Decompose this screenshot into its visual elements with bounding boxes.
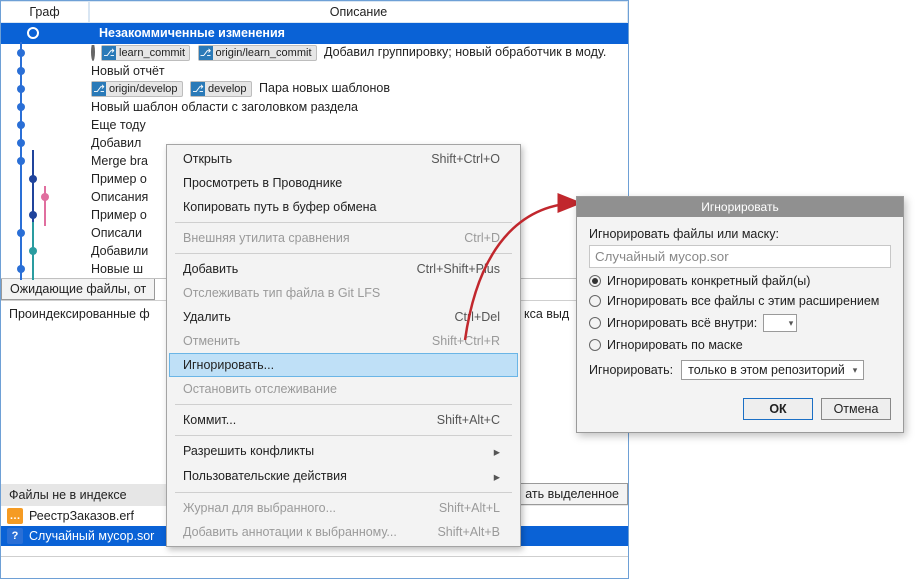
ignore-option-inside[interactable]: Игнорировать всё внутри:▾	[589, 314, 891, 332]
cancel-button[interactable]: Отмена	[821, 398, 891, 420]
commit-row[interactable]: Новый шаблон области с заголовком раздел…	[1, 98, 628, 116]
menu-separator	[175, 492, 512, 493]
branch-badge[interactable]: ⎇develop	[190, 81, 252, 97]
commit-message: Добавил группировку; новый обработчик в …	[324, 45, 606, 59]
ignore-option-mask[interactable]: Игнорировать по маске	[589, 338, 891, 352]
uncommitted-changes-label: Незакоммиченные изменения	[99, 26, 285, 40]
mask-label: Игнорировать файлы или маску:	[589, 227, 891, 241]
uncommitted-dot-icon	[27, 27, 39, 39]
folder-combo[interactable]: ▾	[763, 314, 797, 332]
unindexed-files-label: Файлы не в индексе	[9, 488, 127, 502]
scope-combo[interactable]: только в этом репозиторий▾	[681, 360, 864, 380]
menu-separator	[175, 435, 512, 436]
file-name: Случайный мусор.sor	[29, 529, 154, 543]
commit-message: Новый отчёт	[89, 64, 628, 78]
file-status-icon: …	[7, 508, 23, 524]
menu-separator	[175, 404, 512, 405]
radio-icon	[589, 295, 601, 307]
chevron-down-icon: ▾	[853, 365, 858, 376]
mask-input[interactable]	[589, 245, 891, 268]
ignore-dialog: Игнорировать Игнорировать файлы или маск…	[576, 196, 904, 433]
commit-row[interactable]: Еще тоду	[1, 116, 628, 134]
pending-files-label[interactable]: Ожидающие файлы, от	[1, 279, 155, 300]
menu-blame: Добавить аннотации к выбранному...Shift+…	[169, 520, 518, 544]
menu-ignore[interactable]: Игнорировать...	[169, 353, 518, 377]
radio-icon	[589, 317, 601, 329]
branch-icon: ⎇	[92, 82, 106, 96]
indexed-files-label: Проиндексированные ф	[9, 307, 150, 321]
branch-icon: ⎇	[199, 46, 213, 60]
commit-message: Пара новых шаблонов	[259, 81, 390, 95]
ignore-option-specific-file[interactable]: Игнорировать конкретный файл(ы)	[589, 274, 891, 288]
file-name: РеестрЗаказов.erf	[29, 509, 134, 523]
file-unknown-icon: ?	[7, 528, 23, 544]
chevron-right-icon: ▸	[494, 444, 500, 459]
menu-open[interactable]: ОткрытьShift+Ctrl+O	[169, 147, 518, 171]
branch-icon: ⎇	[191, 82, 205, 96]
commit-row[interactable]: ⎇learn_commit ⎇origin/learn_commit Добав…	[1, 44, 628, 62]
commit-row[interactable]: ⎇origin/develop ⎇develop Пара новых шабл…	[1, 80, 628, 98]
chevron-down-icon: ▾	[789, 318, 794, 329]
chevron-right-icon: ▸	[494, 469, 500, 484]
commit-row[interactable]: Новый отчёт	[1, 62, 628, 80]
dialog-title: Игнорировать	[577, 197, 903, 217]
radio-icon	[589, 275, 601, 287]
ignore-option-extension[interactable]: Игнорировать все файлы с этим расширение…	[589, 294, 891, 308]
uncommitted-changes-row[interactable]: Незакоммиченные изменения	[1, 23, 628, 44]
column-header-description[interactable]: Описание	[89, 1, 628, 23]
stage-selected-button[interactable]: ать выделенное	[516, 483, 628, 505]
branch-badge[interactable]: ⎇origin/learn_commit	[198, 45, 317, 61]
scope-label: Игнорировать:	[589, 363, 673, 377]
menu-commit[interactable]: Коммит...Shift+Alt+C	[169, 408, 518, 432]
column-header-graph[interactable]: Граф	[1, 1, 89, 23]
branch-badge[interactable]: ⎇origin/develop	[91, 81, 183, 97]
menu-resolve-conflicts[interactable]: Разрешить конфликты▸	[169, 439, 518, 464]
menu-log-selected: Журнал для выбранного...Shift+Alt+L	[169, 496, 518, 520]
radio-icon	[589, 339, 601, 351]
branch-badge[interactable]: ⎇learn_commit	[101, 45, 190, 61]
ok-button[interactable]: ОК	[743, 398, 813, 420]
branch-icon: ⎇	[102, 46, 116, 60]
commit-message: Еще тоду	[89, 118, 628, 132]
menu-stop-tracking: Остановить отслеживание	[169, 377, 518, 401]
menu-custom-actions[interactable]: Пользовательские действия▸	[169, 464, 518, 489]
commit-message: Новый шаблон области с заголовком раздел…	[89, 100, 628, 114]
head-marker-icon	[91, 45, 95, 61]
